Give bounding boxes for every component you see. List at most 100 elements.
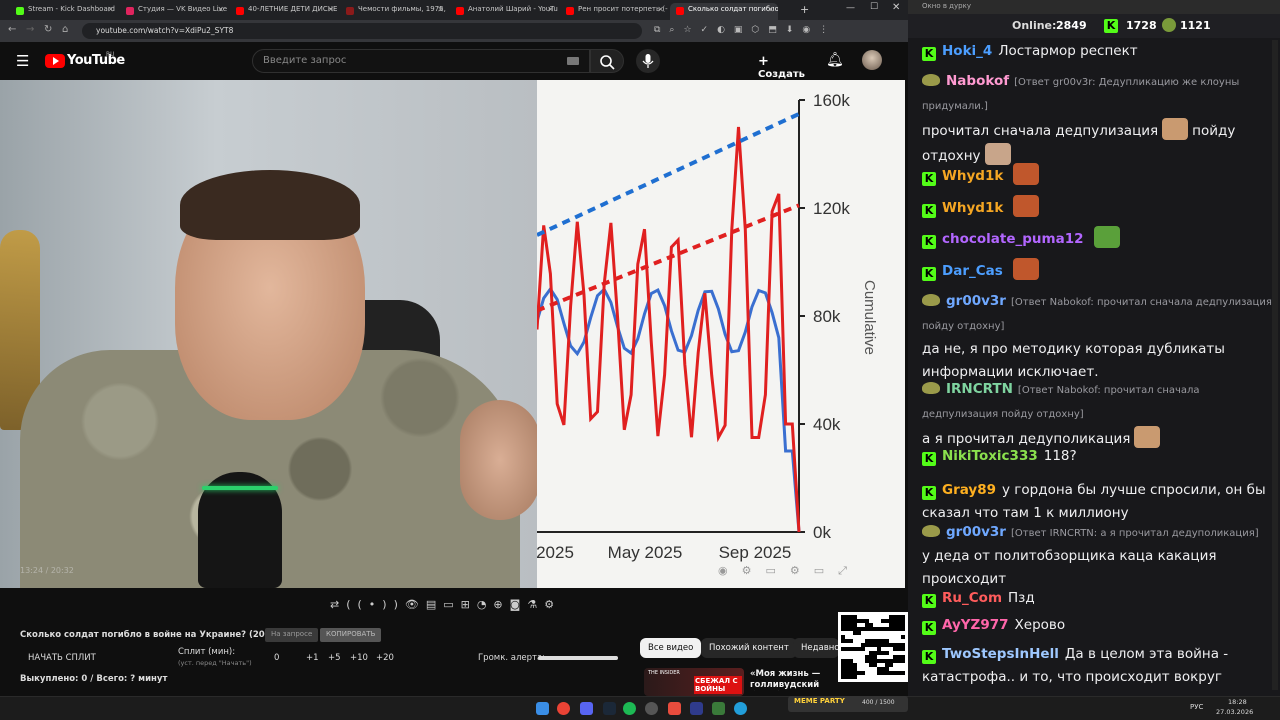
keyboard-icon[interactable] [567,57,579,65]
qr-module [841,659,845,663]
youtube-logo-text[interactable]: YouTube [67,53,125,68]
filter-similar[interactable]: Похожий контент [701,638,797,658]
tab-close-icon[interactable]: ✕ [107,5,114,14]
qr-module [877,671,881,675]
add-5-button[interactable]: +5 [328,653,341,663]
split-value[interactable]: 0 [274,653,279,663]
maximize-button[interactable]: ☐ [870,2,878,12]
chat-username[interactable]: Nabokof [946,73,1009,89]
qr-module [853,619,857,623]
media-icon[interactable] [690,702,703,715]
clock-date[interactable]: 27.03.2026 [1216,708,1253,716]
browser-tab[interactable]: Сколько солдат погибло ✕ [670,3,778,20]
address-field[interactable]: youtube.com/watch?v=XdiPu2_SYT8 [82,23,642,39]
player-controls[interactable]: ◉⚙▭⚙▭⤢ [718,564,861,578]
spotify-icon[interactable] [623,702,636,715]
create-button[interactable]: + Создать [752,50,816,80]
tab-close-icon[interactable]: ✕ [657,5,664,14]
chat-username[interactable]: Whyd1k [942,168,1003,184]
steam-icon[interactable] [603,702,616,715]
tab-close-icon[interactable]: ✕ [437,5,444,14]
browser-tab[interactable]: Студия — VK Видео Live ✕ [120,3,228,20]
add-10-button[interactable]: +10 [350,653,368,663]
forward-icon[interactable]: → [26,24,34,35]
chat-username[interactable]: Whyd1k [942,200,1003,216]
search-button[interactable] [590,49,624,73]
chrome-icon[interactable] [557,702,570,715]
browser-tab[interactable]: Анатолий Шарий - YouTube ✕ [450,3,558,20]
qr-module [873,643,877,647]
tab-close-icon[interactable]: ✕ [327,5,334,14]
telegram-icon[interactable] [734,702,747,715]
search-input[interactable]: Введите запрос [252,49,590,73]
clock-time[interactable]: 18:28 [1228,698,1247,706]
red-solid-series [535,126,801,533]
tab-close-icon[interactable]: ✕ [547,5,554,14]
chat-username[interactable]: Hoki_4 [942,43,992,59]
chat-username[interactable]: gr00v3r [946,524,1006,540]
filter-all-videos[interactable]: Все видео [640,638,702,658]
tab-close-icon[interactable]: ✕ [767,5,774,14]
chat-username[interactable]: chocolate_puma12 [942,231,1084,247]
close-window-button[interactable]: ✕ [892,2,900,13]
qr-module [841,635,845,639]
qr-module [865,659,869,663]
chat-username[interactable]: NikiToxic333 [942,448,1038,464]
language-indicator[interactable]: РУС [1190,703,1203,711]
discord-icon[interactable] [580,702,593,715]
qr-module [849,659,853,663]
kick-viewer-count: 1728 [1126,19,1157,32]
qr-module [853,615,857,619]
reload-icon[interactable]: ↻ [44,24,52,35]
start-split-button[interactable]: НАЧАТЬ СПЛИТ [28,653,96,663]
browser-tab-bar: Stream - Kick Dashboard ✕ Студия — VK Виде… [0,0,908,20]
qr-module [873,627,877,631]
stream-toolbar: ⇄((•))👁︎▤▭⊞◔⊕◙⚗⚙ Сколько солдат погибло … [0,588,908,696]
qr-module [841,647,845,651]
toolbar-icons[interactable]: ⇄((•))👁︎▤▭⊞◔⊕◙⚗⚙ [330,598,561,611]
back-icon[interactable]: ← [8,24,16,35]
alert-volume-slider[interactable] [538,656,618,660]
browser-tab[interactable]: 40-ЛЕТНИЕ ДЕТИ ДИСНЕЯ ✕ [230,3,338,20]
obs-icon[interactable] [645,702,658,715]
browser-tab[interactable]: Чемости фильмы, 1975, дата✕ [340,3,448,20]
chat-username[interactable]: AyYZ977 [942,617,1009,633]
tab-favicon-icon [566,7,574,15]
chat-message: K Dar_Cas [922,258,1272,283]
browser-tab[interactable]: Stream - Kick Dashboard ✕ [10,3,118,20]
home-icon[interactable]: ⌂ [62,24,68,35]
chat-username[interactable]: Gray89 [942,482,996,498]
add-20-button[interactable]: +20 [376,653,394,663]
chat-username[interactable]: TwoStepsInHell [942,646,1059,662]
browser-tab[interactable]: Рен просит потерпеть (-) - У✕ [560,3,668,20]
qr-module [897,619,901,623]
start-menu-icon[interactable] [536,702,549,715]
add-1-button[interactable]: +1 [306,653,319,663]
qr-module [841,671,845,675]
chat-username[interactable]: Dar_Cas [942,263,1003,279]
avatar[interactable] [862,50,882,70]
qr-module [881,627,885,631]
notifications-icon[interactable]: 🔔︎ [826,52,844,68]
chat-username[interactable]: Ru_Com [942,590,1002,606]
minimize-button[interactable]: — [846,3,855,13]
related-thumbnail[interactable]: THE INSIDER СБЕЖАЛ С ВОЙНЫ [644,668,744,696]
y-tick-label: 80k [813,307,841,326]
kick-badge-icon: K [922,235,936,249]
files-icon[interactable] [712,702,725,715]
tab-close-icon[interactable]: ✕ [217,5,224,14]
chat-title-bar: Окно в дурку [908,0,1280,14]
chat-username[interactable]: IRNCRTN [946,381,1013,397]
youtube-logo-icon[interactable] [45,54,65,68]
chat-scrollbar[interactable] [1272,40,1278,690]
filter-recent[interactable]: Недавно [793,638,839,658]
voice-search-button[interactable] [636,49,660,73]
chat-username[interactable]: gr00v3r [946,293,1006,309]
new-tab-button[interactable]: + [800,3,809,16]
menu-icon[interactable]: ☰ [16,52,29,70]
extension-icons[interactable]: ⧉⌕☆✓◐▣⬡⬒⬇◉⋮ [654,25,837,35]
copy-button[interactable]: КОПИРОВАТЬ [320,628,382,642]
app-icon[interactable] [668,702,681,715]
video-player[interactable]: 0k 40k 80k 120k 160k 2025 May 2025 Sep 2025 Cumu… [0,80,905,588]
qr-module [841,627,845,631]
